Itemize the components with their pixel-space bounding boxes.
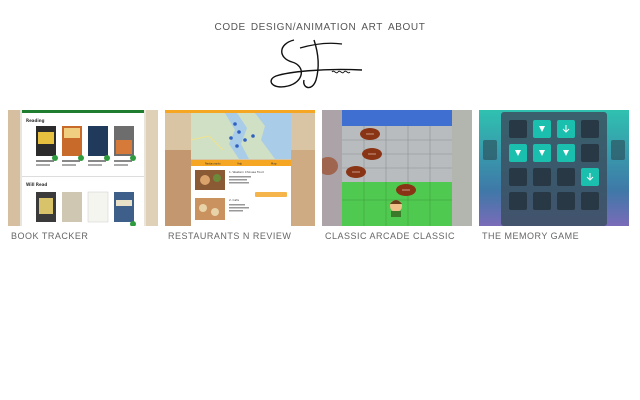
project-card-restaurants[interactable]: Restaurants Yelp Map 1. Western Chinese … xyxy=(165,110,315,226)
nav-art[interactable]: ART xyxy=(361,22,383,33)
listing-2-name: 2. Cafe xyxy=(229,198,239,202)
section-will-read: Will Read xyxy=(26,182,47,187)
signature-logo xyxy=(270,39,363,89)
project-card-arcade[interactable] xyxy=(322,110,472,226)
project-card-book-tracker[interactable]: Reading Will Read xyxy=(8,110,158,226)
tab-map: Map xyxy=(271,162,277,166)
project-title-arcade[interactable]: CLASSIC ARCADE CLASSIC xyxy=(325,231,455,241)
project-title-book-tracker[interactable]: BOOK TRACKER xyxy=(11,231,88,241)
listing-1-name: 1. Western Chinese Food xyxy=(229,170,264,174)
nav-design-animation[interactable]: DESIGN/ANIMATION xyxy=(251,22,357,33)
project-title-restaurants[interactable]: RESTAURANTS N REVIEW xyxy=(168,231,291,241)
top-nav: CODE DESIGN/ANIMATION ART ABOUT xyxy=(0,22,640,33)
section-reading: Reading xyxy=(26,118,45,123)
tab-yelp: Yelp xyxy=(237,162,243,166)
project-title-memory-game[interactable]: THE MEMORY GAME xyxy=(482,231,579,241)
tab-restaurants: Restaurants xyxy=(205,162,221,166)
nav-code[interactable]: CODE xyxy=(215,22,246,33)
project-card-memory-game[interactable] xyxy=(479,110,629,226)
nav-about[interactable]: ABOUT xyxy=(388,22,425,33)
